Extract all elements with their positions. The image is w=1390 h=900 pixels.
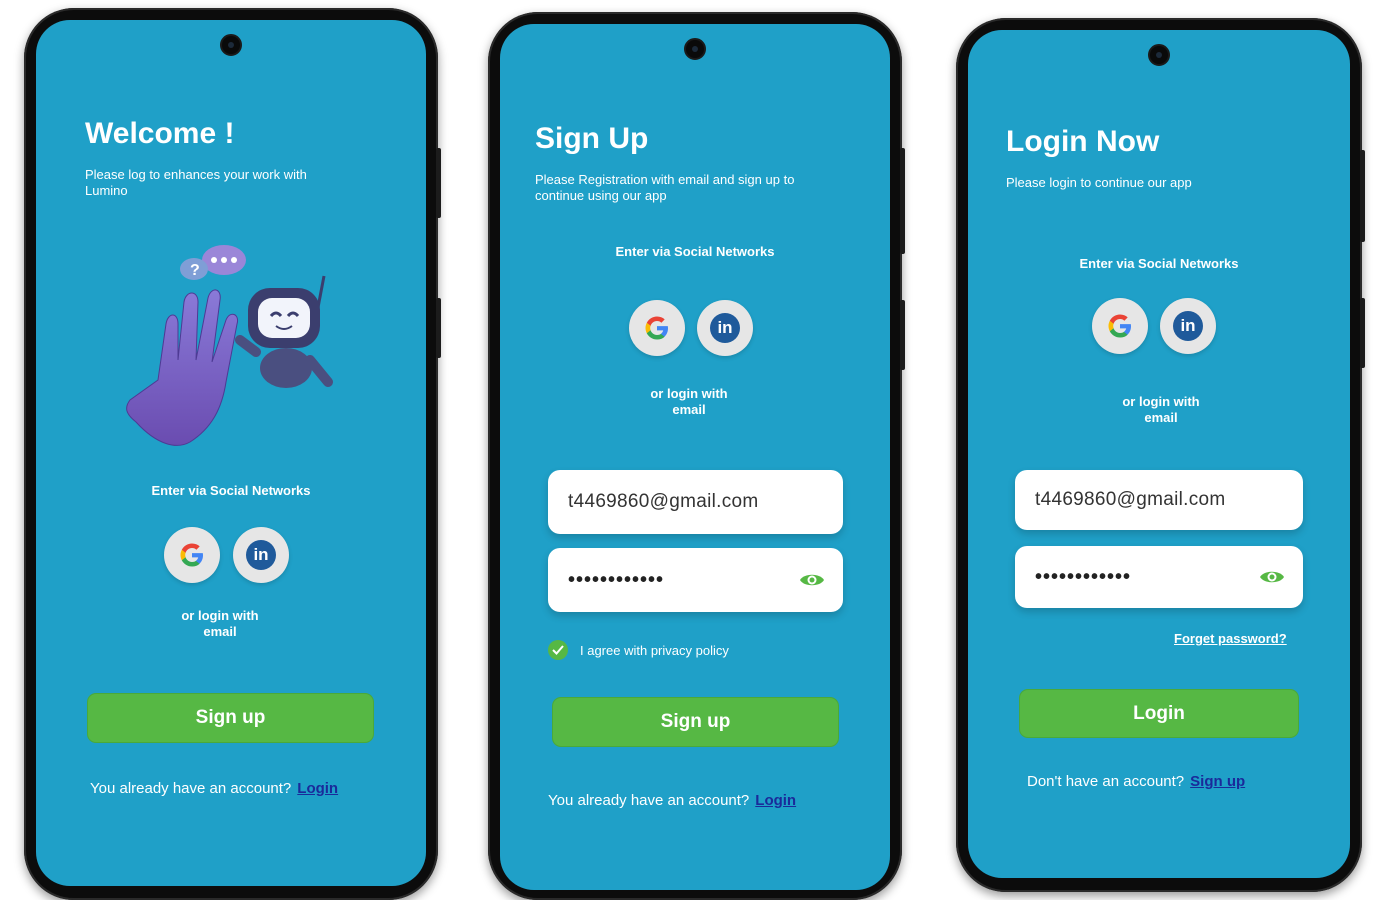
google-icon [1108,314,1131,338]
svg-text:?: ? [190,262,200,279]
page-subtitle: Please Registration with email and sign … [535,172,795,203]
welcome-illustration: ? [126,245,333,446]
check-icon[interactable] [548,640,568,660]
google-login-button[interactable] [164,527,220,583]
side-button [436,148,441,218]
phone-welcome: Welcome ! Please log to enhances your wo… [24,8,441,900]
screen-login: Login Now Please login to continue our a… [968,30,1350,878]
login-link[interactable]: Login [297,780,338,797]
email-value: t4469860@gmail.com [1035,489,1226,510]
robot-icon [235,275,333,388]
or-login-text: or login with email [181,608,259,639]
linkedin-login-button[interactable]: in [697,300,753,356]
linkedin-login-button[interactable]: in [233,527,289,583]
eye-icon[interactable] [799,571,825,589]
google-login-button[interactable] [629,300,685,356]
google-icon [645,316,668,340]
email-field[interactable]: t4469860@gmail.com [548,470,843,534]
chat-bubble-icon: ? [180,245,246,280]
signup-button[interactable]: Sign up [88,694,373,742]
linkedin-icon: in [710,313,740,343]
footer-text: You already have an account? [548,792,750,809]
password-field[interactable]: •••••••••••• [1015,546,1303,608]
page-subtitle: Please login to continue our app [1006,175,1192,190]
linkedin-icon: in [1173,311,1203,341]
forget-password-link[interactable]: Forget password? [1174,631,1287,646]
page-title: Sign Up [535,122,649,155]
camera-icon [220,34,242,56]
page-title: Welcome ! [85,117,235,150]
screen-signup: Sign Up Please Registration with email a… [500,24,890,890]
eye-icon[interactable] [1259,568,1285,586]
footer-text: You already have an account? [90,780,292,797]
phone-login: Login Now Please login to continue our a… [956,18,1365,892]
login-link[interactable]: Login [755,792,796,809]
camera-icon [1148,44,1170,66]
side-button [900,300,905,370]
google-icon [180,543,203,567]
camera-icon [684,38,706,60]
footer-prompt: Don't have an account? Sign up [1027,773,1245,790]
email-value: t4469860@gmail.com [568,491,759,512]
google-login-button[interactable] [1092,298,1148,354]
side-button [1360,298,1365,368]
login-button[interactable]: Login [1020,690,1298,737]
privacy-agree[interactable]: I agree with privacy policy [548,640,729,660]
signup-link[interactable]: Sign up [1190,773,1245,790]
social-label: Enter via Social Networks [615,244,775,259]
side-button [436,298,441,358]
page-title: Login Now [1006,125,1160,158]
social-label: Enter via Social Networks [151,483,311,498]
linkedin-icon: in [246,540,276,570]
footer-text: Don't have an account? [1027,773,1185,790]
footer-prompt: You already have an account? Login [548,792,796,809]
or-login-text: or login with email [650,386,728,417]
password-value: •••••••••••• [1035,565,1132,588]
footer-prompt: You already have an account? Login [90,780,338,797]
screen-welcome: Welcome ! Please log to enhances your wo… [36,20,426,886]
password-field[interactable]: •••••••••••• [548,548,843,612]
privacy-agree-label: I agree with privacy policy [580,642,729,658]
password-value: •••••••••••• [568,568,665,591]
linkedin-login-button[interactable]: in [1160,298,1216,354]
page-subtitle: Please log to enhances your work with Lu… [85,167,307,198]
social-label: Enter via Social Networks [1079,256,1239,271]
phone-signup: Sign Up Please Registration with email a… [488,12,905,900]
email-field[interactable]: t4469860@gmail.com [1015,470,1303,530]
side-button [1360,150,1365,242]
or-login-text: or login with email [1122,394,1200,425]
signup-button[interactable]: Sign up [553,698,838,746]
side-button [900,148,905,254]
